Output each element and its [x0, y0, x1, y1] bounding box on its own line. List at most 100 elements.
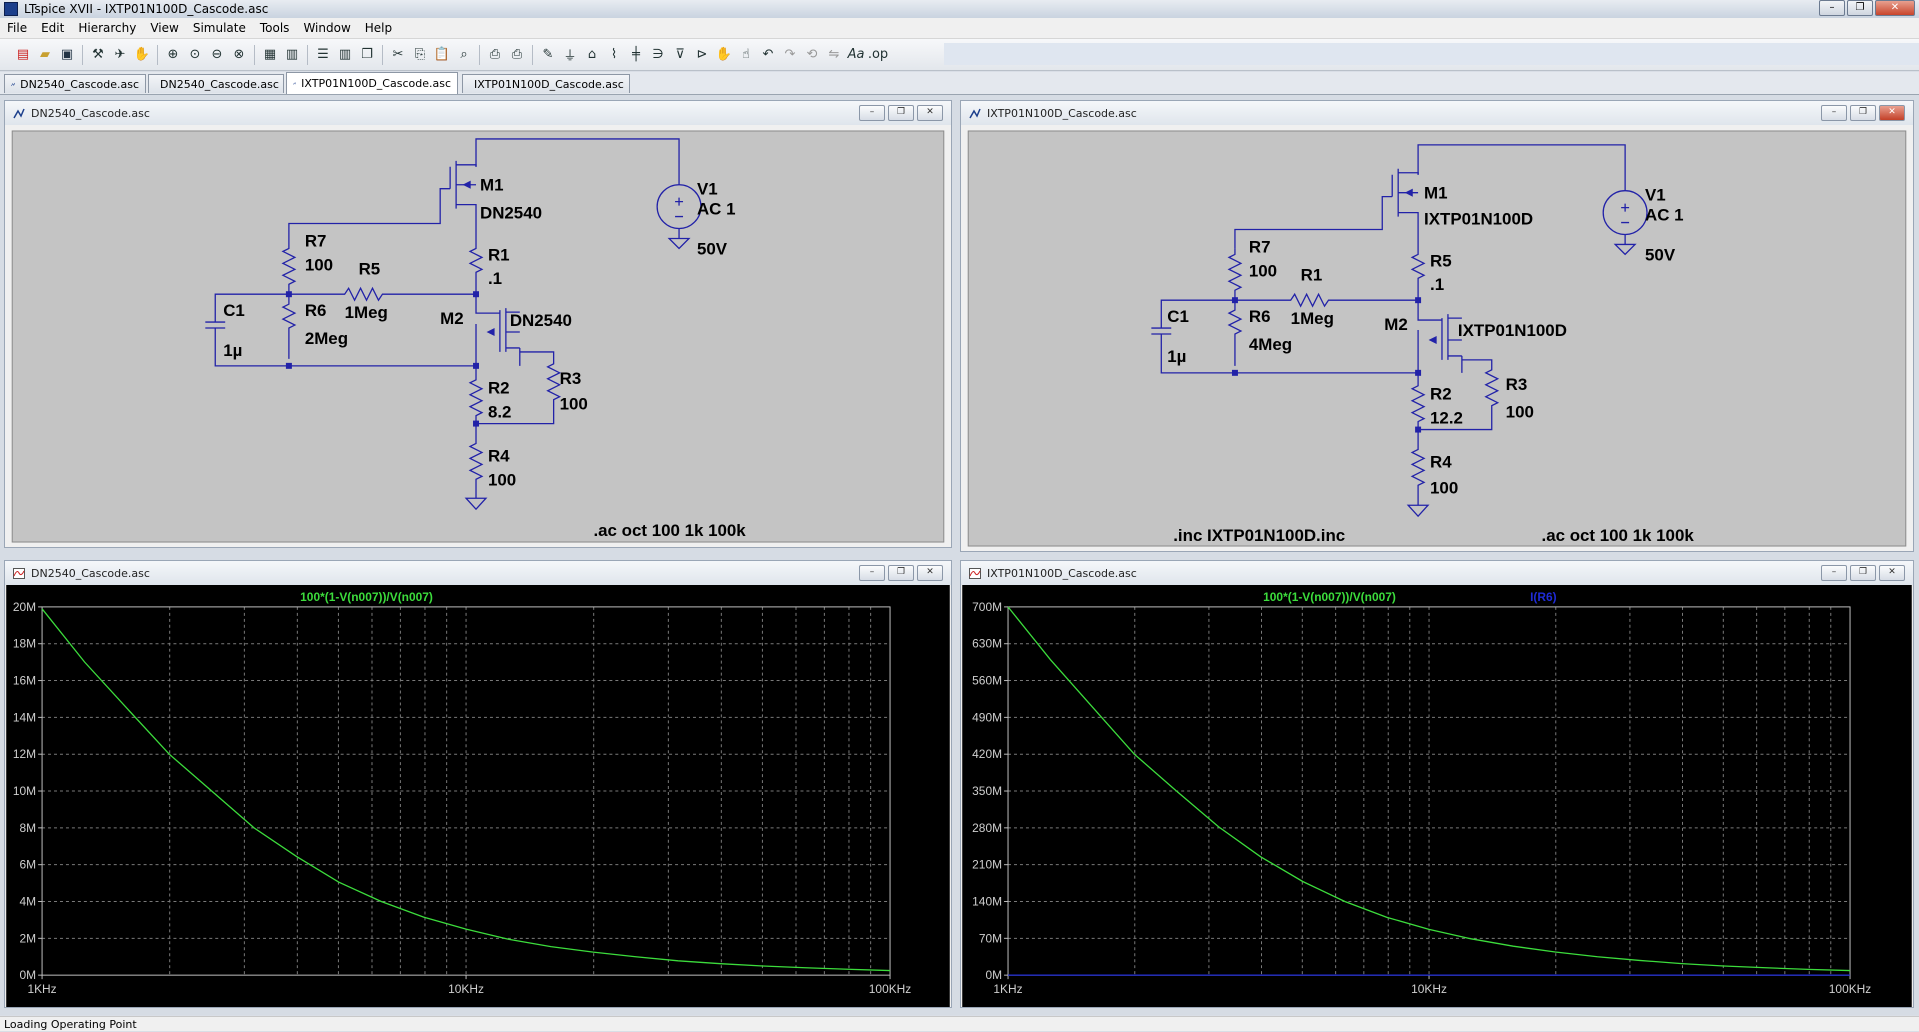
restore-button[interactable]: ❐ [1850, 565, 1876, 581]
menu-simulate[interactable]: Simulate [186, 21, 253, 35]
maximize-button[interactable]: ❐ [1847, 0, 1873, 16]
trace-legend-label[interactable]: 100*(1-V(n007))/V(n007) [300, 590, 433, 604]
zoom-in-icon[interactable]: ⊕ [163, 45, 183, 65]
trace-legend-label[interactable]: 100*(1-V(n007))/V(n007) [1263, 590, 1396, 604]
menu-tools[interactable]: Tools [253, 21, 297, 35]
waveform-plot-dn2540[interactable]: 0M 2M 4M 6M 8M 10M 12M 14M 16M 18M 20M 1KHz 10KHz 100… [5, 585, 951, 1007]
find-icon[interactable]: ⌕ [454, 45, 474, 65]
menu-edit[interactable]: Edit [34, 21, 71, 35]
trace-legend-label[interactable]: I(R6) [1530, 590, 1557, 604]
tab-ixtp-schematic[interactable]: IXTP01N100D_Cascode.asc [286, 72, 458, 94]
y-tick-label: 10M [13, 784, 36, 798]
schematic-canvas-dn2540[interactable]: M1 DN2540 R7 100 R5 1Meg R1 .1 C1 1µ R6 … [5, 125, 951, 547]
r5-label: R5 [359, 259, 381, 278]
menu-hierarchy[interactable]: Hierarchy [71, 21, 143, 35]
document-tabs: DN2540_Cascode.asc DN2540_Cascode.asc IX… [0, 72, 1919, 95]
r6-value: 4Meg [1249, 335, 1292, 354]
component-icon[interactable]: ⊳ [692, 45, 712, 65]
pan-icon[interactable]: ⊙ [185, 45, 205, 65]
r3-label: R3 [560, 369, 582, 388]
r1-value: 1Meg [1291, 309, 1334, 328]
text-icon[interactable]: Aa [846, 45, 866, 65]
minimize-button[interactable]: – [1821, 105, 1847, 121]
zoom-cancel-icon[interactable]: ⊗ [229, 45, 249, 65]
delete-trace-icon[interactable]: ▥ [282, 45, 302, 65]
r2-value: 8.2 [488, 403, 512, 422]
toolbar-empty-area [944, 43, 1919, 65]
label-net-icon[interactable]: ⌂ [582, 45, 602, 65]
print-setup-icon[interactable]: ⎙ [485, 45, 505, 65]
r2-value: 12.2 [1430, 409, 1463, 428]
new-schematic-icon[interactable]: ▤ [13, 45, 33, 65]
halt-icon[interactable]: ✋ [132, 45, 152, 65]
schematic-canvas-ixtp01n100d[interactable]: M1 IXTP01N100D R7 100 R1 1Meg R5 .1 C1 1… [961, 125, 1913, 551]
menu-window[interactable]: Window [296, 21, 357, 35]
capacitor-icon[interactable]: ╪ [626, 45, 646, 65]
y-tick-label: 20M [13, 600, 36, 614]
close-button[interactable]: ✕ [1879, 565, 1905, 581]
move-icon[interactable]: ✋ [714, 45, 734, 65]
run-icon[interactable]: ✈ [110, 45, 130, 65]
menu-help[interactable]: Help [358, 21, 399, 35]
spice-directive-icon[interactable]: .op [868, 45, 888, 65]
r3-value: 100 [1506, 403, 1534, 422]
undo-icon[interactable]: ↶ [758, 45, 778, 65]
r3-value: 100 [560, 395, 588, 414]
save-icon[interactable]: ▣ [57, 45, 77, 65]
y-tick-label: 18M [13, 637, 36, 651]
close-button[interactable]: ✕ [1879, 105, 1905, 121]
resistor-icon[interactable]: ⌇ [604, 45, 624, 65]
r7-value: 100 [1249, 261, 1277, 280]
close-button[interactable]: ✕ [1875, 0, 1915, 16]
y-tick-label: 700M [972, 600, 1002, 614]
r6-label: R6 [305, 301, 327, 320]
ac-directive[interactable]: .ac oct 100 1k 100k [593, 521, 746, 540]
restore-button[interactable]: ❐ [1850, 105, 1876, 121]
redo-icon[interactable]: ↷ [780, 45, 800, 65]
drag-icon[interactable]: ☝ [736, 45, 756, 65]
control-panel-icon[interactable]: ⚒ [88, 45, 108, 65]
schematic-window-ixtp01n100d: IXTP01N100D_Cascode.asc – ❐ ✕ M1 IXTP01N… [960, 100, 1914, 552]
diode-icon[interactable]: ⊽ [670, 45, 690, 65]
y-tick-label: 14M [13, 710, 36, 724]
restore-button[interactable]: ❐ [888, 105, 914, 121]
v1-dc: 50V [697, 239, 728, 258]
waveform-plot-ixtp01n100d[interactable]: 0M 70M 140M 210M 280M 350M 420M 490M 560M 630M 700… [961, 585, 1913, 1007]
r4-value: 100 [1430, 478, 1458, 497]
draw-wire-icon[interactable]: ✎ [538, 45, 558, 65]
m1-model: DN2540 [480, 204, 542, 223]
cascade-icon[interactable]: ❐ [357, 45, 377, 65]
r6-value: 2Meg [305, 329, 348, 348]
tile-horizontal-icon[interactable]: ☰ [313, 45, 333, 65]
close-button[interactable]: ✕ [917, 105, 943, 121]
zoom-out-icon[interactable]: ⊖ [207, 45, 227, 65]
minimize-button[interactable]: – [859, 105, 885, 121]
r5-value: 1Meg [345, 303, 388, 322]
ground-icon[interactable]: ⏚ [560, 45, 580, 65]
mirror-icon[interactable]: ⇋ [824, 45, 844, 65]
menu-view[interactable]: View [143, 21, 185, 35]
minimize-button[interactable]: – [859, 565, 885, 581]
autorange-icon[interactable]: ▦ [260, 45, 280, 65]
c1-label: C1 [223, 301, 245, 320]
minimize-button[interactable]: – [1819, 0, 1845, 16]
minimize-button[interactable]: – [1821, 565, 1847, 581]
close-button[interactable]: ✕ [917, 565, 943, 581]
menu-file[interactable]: File [0, 21, 34, 35]
y-tick-label: 420M [972, 747, 1002, 761]
ac-directive[interactable]: .ac oct 100 1k 100k [1542, 526, 1695, 545]
inductor-icon[interactable]: ∋ [648, 45, 668, 65]
cut-icon[interactable]: ✂ [388, 45, 408, 65]
tile-vertical-icon[interactable]: ▥ [335, 45, 355, 65]
restore-button[interactable]: ❐ [888, 565, 914, 581]
open-folder-icon[interactable]: ▰ [35, 45, 55, 65]
tab-ixtp-waveform[interactable]: IXTP01N100D_Cascode.asc [462, 74, 630, 93]
tab-dn2540-schematic[interactable]: DN2540_Cascode.asc [4, 74, 146, 93]
rotate-icon[interactable]: ⟲ [802, 45, 822, 65]
tab-dn2540-waveform[interactable]: DN2540_Cascode.asc [148, 74, 284, 93]
include-directive[interactable]: .inc IXTP01N100D.inc [1173, 526, 1345, 545]
copy-icon[interactable]: ⎘ [410, 45, 430, 65]
print-icon[interactable]: ⎙ [507, 45, 527, 65]
r3-label: R3 [1506, 375, 1528, 394]
paste-icon[interactable]: 📋 [432, 45, 452, 65]
